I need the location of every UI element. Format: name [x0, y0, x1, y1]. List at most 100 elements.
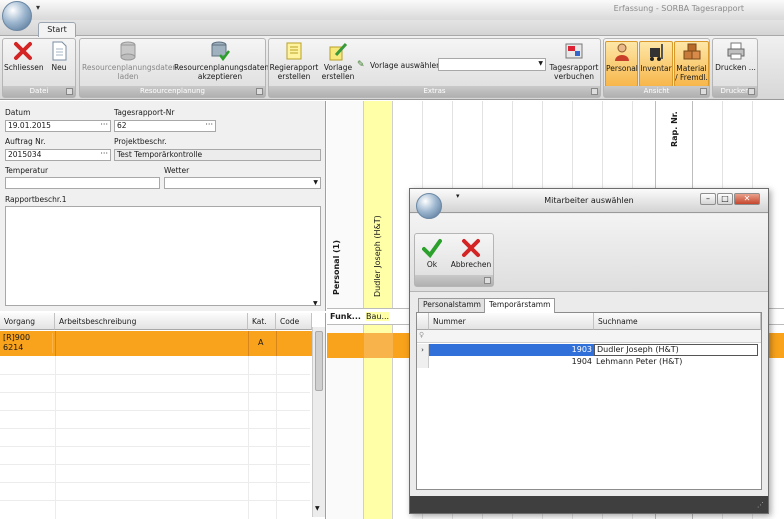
ribbon-group-extras: Regierapport erstellen Vorlage erstellen…	[268, 38, 601, 98]
tab-start[interactable]: Start	[38, 22, 76, 37]
filter-row[interactable]: ♀	[417, 330, 761, 343]
regierapport-erstellen-button[interactable]: Regierapport erstellen	[269, 41, 319, 81]
dialog-status-bar: ⋰	[410, 496, 768, 513]
personal-toggle-button[interactable]: Personal	[605, 41, 638, 87]
group-caption-resourcenplanung: Resourcenplanung	[80, 86, 265, 97]
dialog-launcher-icon[interactable]	[484, 277, 491, 284]
dialog-title-bar: ▾ Mitarbeiter auswählen – □ ✕	[410, 189, 768, 213]
personal-header: Personal (1)	[332, 240, 341, 295]
maximize-icon[interactable]: □	[717, 193, 733, 205]
close-icon[interactable]: ✕	[734, 193, 760, 205]
vorlage-auswaehlen-select[interactable]: ▼	[438, 58, 546, 71]
printer-icon	[726, 41, 746, 61]
tab-temporaerstamm[interactable]: Temporärstamm	[484, 298, 556, 313]
dialog-group-caption	[415, 275, 493, 286]
ribbon-tab-row	[0, 20, 784, 36]
neu-button[interactable]: Neu	[45, 41, 73, 72]
vorlage-auswaehlen-label: Vorlage auswählen	[370, 61, 441, 70]
forklift-icon	[646, 42, 666, 62]
checkmark-icon	[422, 238, 442, 259]
material-toggle-button[interactable]: Material / Fremdl.	[674, 41, 709, 87]
book-report-icon	[564, 41, 584, 61]
group-caption-datei: Datei	[3, 86, 75, 97]
tagesrapport-nr-label: Tagesrapport-Nr	[114, 108, 175, 117]
dialog-launcher-icon[interactable]	[748, 88, 755, 95]
cell-nummer[interactable]: 1903	[429, 344, 594, 356]
scrollbar-thumb[interactable]	[315, 331, 323, 391]
minimize-icon[interactable]: –	[700, 193, 716, 205]
close-x-icon	[13, 41, 33, 61]
drucken-button[interactable]: Drucken ...	[714, 41, 757, 72]
report-create-icon	[284, 41, 304, 61]
temperatur-label: Temperatur	[5, 166, 49, 175]
boxes-icon	[682, 42, 702, 62]
application-menu-orb[interactable]	[2, 1, 32, 31]
column-header-nummer[interactable]: Nummer	[429, 313, 594, 330]
database-load-icon	[118, 41, 138, 61]
rapport-form-panel: Datum 19.01.2015 ··· Tagesrapport-Nr 62 ··…	[0, 101, 326, 311]
vorgang-grid: Vorgang Arbeitsbeschreibung Kat. Code [R…	[0, 313, 326, 519]
column-header-arbeitsbeschreibung[interactable]: Arbeitsbeschreibung	[55, 313, 248, 330]
chevron-down-icon: ▼	[313, 179, 318, 186]
rapportbeschr-textarea[interactable]	[5, 206, 321, 306]
dialog-launcher-icon[interactable]	[591, 88, 598, 95]
resize-grip-icon[interactable]: ⋰	[757, 501, 764, 509]
table-row[interactable]: [R]900 6214 A	[0, 331, 312, 356]
resourcenplanungsdaten-akzeptieren-button[interactable]: Resourcenplanungsdaten akzeptieren	[174, 41, 269, 81]
grid-vertical-scrollbar[interactable]: ▼	[312, 327, 325, 517]
schliessen-button[interactable]: Schliessen	[4, 41, 44, 72]
datum-label: Datum	[5, 108, 31, 117]
vorlage-erstellen-button[interactable]: Vorlage erstellen	[319, 41, 357, 81]
person-header: Dudler Joseph (H&T)	[373, 215, 382, 297]
column-header-vorgang[interactable]: Vorgang	[0, 313, 55, 330]
scroll-down-arrow-icon[interactable]: ▼	[315, 505, 320, 512]
group-caption-extras: Extras	[269, 86, 600, 97]
dialog-orb[interactable]	[416, 193, 442, 219]
new-document-icon	[49, 41, 69, 61]
dialog-launcher-icon[interactable]	[700, 88, 707, 95]
wetter-label: Wetter	[164, 166, 190, 175]
scroll-down-arrow-icon[interactable]: ▼	[313, 300, 318, 307]
group-caption-drucken: Drucken	[713, 86, 757, 97]
ellipsis-button-icon[interactable]: ···	[100, 120, 108, 130]
ellipsis-button-icon[interactable]: ···	[100, 149, 108, 159]
auftrag-nr-label: Auftrag Nr.	[5, 137, 46, 146]
abbrechen-button[interactable]: Abbrechen	[449, 238, 493, 269]
quick-access-dropdown-icon[interactable]: ▾	[36, 3, 40, 12]
ribbon-group-resourcenplanung: Resourcenplanungsdaten laden Resourcenpl…	[79, 38, 269, 98]
template-pencil-icon	[328, 41, 348, 61]
dialog-launcher-icon[interactable]	[66, 88, 73, 95]
tagesrapport-verbuchen-button[interactable]: Tagesrapport verbuchen	[547, 41, 601, 81]
auftrag-nr-field[interactable]: 2015034 ···	[5, 149, 111, 161]
tab-personalstamm[interactable]: Personalstamm	[418, 298, 486, 312]
temperatur-field[interactable]	[5, 177, 160, 189]
ribbon-group-drucken: Drucken ... Drucken	[712, 38, 758, 98]
mitarbeiter-auswaehlen-dialog: ▾ Mitarbeiter auswählen – □ ✕ Ok Abbrech…	[409, 188, 769, 514]
column-header-kat[interactable]: Kat.	[248, 313, 276, 330]
rap-nr-header: Rap. Nr.	[670, 111, 679, 147]
cell-nummer[interactable]: 1904	[429, 356, 594, 368]
ribbon: Schliessen Neu Datei Resourcenplanungsda…	[0, 36, 784, 100]
ribbon-group-datei: Schliessen Neu Datei	[2, 38, 76, 98]
wetter-select[interactable]: ▼	[164, 177, 321, 189]
ellipsis-button-icon[interactable]: ···	[205, 120, 213, 130]
funk-label: Funk...	[330, 312, 361, 321]
bau-label: Bau...	[366, 312, 390, 321]
cell-suchname[interactable]: Dudler Joseph (H&T)	[594, 344, 758, 356]
database-accept-icon	[210, 41, 230, 62]
resourcenplanungsdaten-laden-button[interactable]: Resourcenplanungsdaten laden	[82, 41, 177, 81]
datum-field[interactable]: 19.01.2015 ···	[5, 120, 111, 132]
group-caption-ansicht: Ansicht	[604, 86, 709, 97]
ok-button[interactable]: Ok	[417, 238, 447, 269]
dialog-launcher-icon[interactable]	[256, 88, 263, 95]
cancel-x-icon	[461, 238, 481, 258]
cell-suchname[interactable]: Lehmann Peter (H&T)	[594, 356, 758, 368]
column-header-suchname[interactable]: Suchname	[594, 313, 761, 330]
tagesrapport-nr-field[interactable]: 62 ···	[114, 120, 216, 132]
mitarbeiter-grid: Nummer Suchname ♀ › 1903 Dudler Joseph (…	[416, 312, 762, 490]
vorlage-pencil-icon: ✎	[357, 60, 365, 70]
column-header-code[interactable]: Code	[276, 313, 312, 330]
rapportbeschr-label: Rapportbeschr.1	[5, 195, 67, 204]
projektbeschr-field: Test Temporärkontrolle	[114, 149, 321, 161]
inventar-toggle-button[interactable]: Inventar	[639, 41, 673, 87]
